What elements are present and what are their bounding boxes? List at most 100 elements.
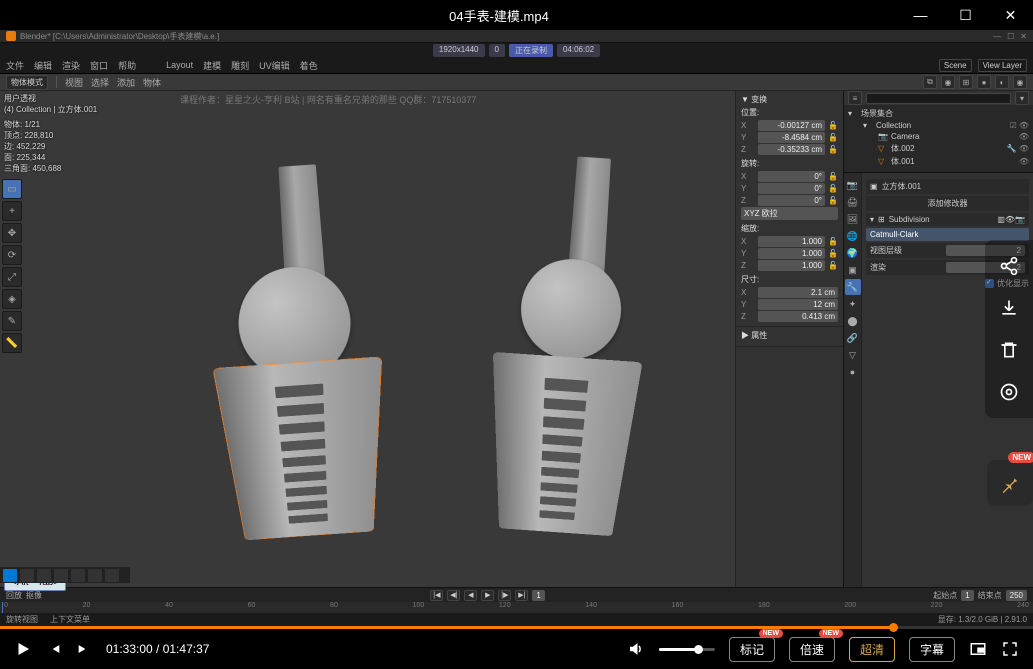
rotate-tool[interactable]: ⟳	[2, 245, 22, 265]
dim-x[interactable]: 2.1 cm	[758, 287, 838, 298]
taskbar-app4[interactable]	[71, 569, 85, 582]
checkbox-icon[interactable]: ☑	[1010, 121, 1017, 130]
loc-y[interactable]: -8.4584 cm	[758, 132, 825, 143]
rot-z[interactable]: 0°	[758, 195, 825, 206]
outliner-mesh2[interactable]: ▽体.001👁	[848, 155, 1029, 168]
blender-minimize[interactable]: —	[993, 32, 1001, 41]
taskbar-app2[interactable]	[37, 569, 51, 582]
scale-x[interactable]: 1.000	[758, 236, 825, 247]
workspace-uv[interactable]: UV编辑	[259, 59, 290, 72]
loc-z[interactable]: -0.35233 cm	[758, 144, 825, 155]
taskbar-app1[interactable]	[20, 569, 34, 582]
eye-icon[interactable]: 👁	[1019, 121, 1029, 130]
shade-solid-icon[interactable]: ●	[977, 75, 991, 89]
cursor-tool[interactable]: +	[2, 201, 22, 221]
progress-thumb[interactable]	[889, 623, 898, 632]
workspace-shading[interactable]: 着色	[300, 59, 318, 72]
pip-icon[interactable]	[969, 640, 987, 658]
prev-button[interactable]	[46, 641, 62, 657]
snap-icon[interactable]: ⧉	[923, 75, 937, 89]
current-frame[interactable]: 1	[532, 590, 544, 601]
mode-dropdown[interactable]: 物体模式	[6, 75, 48, 90]
select-box-tool[interactable]: ▭	[2, 179, 22, 199]
prop-tab-render[interactable]: 📷	[845, 177, 861, 193]
prev-key-icon[interactable]: ◀|	[447, 590, 460, 601]
add-modifier-dropdown[interactable]: 添加修改器	[866, 196, 1029, 211]
volume-icon[interactable]	[627, 640, 645, 658]
speed-button[interactable]: 倍速NEW	[789, 637, 835, 662]
scale-y[interactable]: 1.000	[758, 248, 825, 259]
transform-tool[interactable]: ◈	[2, 289, 22, 309]
prop-tab-physics[interactable]: ⬤	[845, 313, 861, 329]
3d-viewport[interactable]: 课程作者：星星之火-亨利 B站 | 网名有重名兄弟的那些 QQ群：7175103…	[0, 91, 843, 587]
taskbar-app5[interactable]	[88, 569, 102, 582]
transform-header[interactable]: ▼ 变换	[741, 94, 838, 105]
bookmark-button[interactable]: 标记NEW	[729, 637, 775, 662]
playback-menu[interactable]: 回放	[6, 590, 22, 601]
settings-icon[interactable]	[995, 378, 1023, 406]
hdr-add[interactable]: 添加	[117, 76, 135, 89]
volume-slider[interactable]	[659, 648, 715, 651]
jump-start-icon[interactable]: |◀	[430, 590, 443, 601]
shade-matprev-icon[interactable]: ◐	[995, 75, 1009, 89]
scale-z[interactable]: 1.000	[758, 260, 825, 271]
eye-icon[interactable]: 👁	[1019, 157, 1029, 166]
close-button[interactable]: ✕	[988, 0, 1033, 30]
rot-mode[interactable]: XYZ 欧拉	[741, 207, 838, 220]
workspace-sculpt[interactable]: 雕刻	[231, 59, 249, 72]
outliner-scene-collection[interactable]: ▾场景集合	[848, 107, 1029, 120]
move-tool[interactable]: ✥	[2, 223, 22, 243]
hdr-object[interactable]: 物体	[143, 76, 161, 89]
timeline-track[interactable]: 020406080100120140160180200220240	[0, 602, 1033, 613]
loc-x[interactable]: -0.00127 cm	[758, 120, 825, 131]
menu-render[interactable]: 渲染	[62, 59, 80, 72]
download-icon[interactable]	[995, 294, 1023, 322]
mod-vis-icons[interactable]: ▥👁📷	[997, 215, 1025, 224]
rot-x[interactable]: 0°	[758, 171, 825, 182]
prop-tab-modifier[interactable]: 🔧	[845, 279, 861, 295]
subtitle-button[interactable]: 字幕	[909, 637, 955, 662]
scale-tool[interactable]: ⤢	[2, 267, 22, 287]
measure-tool[interactable]: 📏	[2, 333, 22, 353]
hdr-select[interactable]: 选择	[91, 76, 109, 89]
workspace-layout[interactable]: Layout	[166, 60, 193, 70]
prop-tab-constraint[interactable]: 🔗	[845, 330, 861, 346]
shade-wire-icon[interactable]: ⊞	[959, 75, 973, 89]
outliner-mesh1[interactable]: ▽体.002🔧👁	[848, 142, 1029, 155]
pin-button[interactable]: NEW	[987, 460, 1033, 506]
outliner-collection[interactable]: ▾Collection☑👁	[848, 120, 1029, 131]
share-icon[interactable]	[995, 252, 1023, 280]
delete-icon[interactable]	[995, 336, 1023, 364]
menu-file[interactable]: 文件	[6, 59, 24, 72]
start-button[interactable]	[3, 569, 17, 582]
keying-menu[interactable]: 抠像	[26, 590, 42, 601]
filter-icon[interactable]: ▾	[1015, 91, 1029, 105]
blender-close[interactable]: ✕	[1020, 32, 1027, 41]
frame-end[interactable]: 250	[1006, 590, 1027, 601]
play-fwd-icon[interactable]: ▶	[481, 590, 494, 601]
menu-edit[interactable]: 编辑	[34, 59, 52, 72]
dim-z[interactable]: 0.413 cm	[758, 311, 838, 322]
next-key-icon[interactable]: |▶	[498, 590, 511, 601]
dim-y[interactable]: 12 cm	[758, 299, 838, 310]
quality-button[interactable]: 超清	[849, 637, 895, 662]
prop-tab-output[interactable]: 🖨	[845, 194, 861, 210]
props-header[interactable]: ▶ 属性	[741, 330, 838, 341]
outliner-mode-icon[interactable]: ≡	[848, 91, 862, 105]
menu-window[interactable]: 窗口	[90, 59, 108, 72]
workspace-modeling[interactable]: 建模	[203, 59, 221, 72]
outliner-camera[interactable]: 📷Camera👁	[848, 131, 1029, 142]
annotate-tool[interactable]: ✎	[2, 311, 22, 331]
rot-y[interactable]: 0°	[758, 183, 825, 194]
fullscreen-icon[interactable]	[1001, 640, 1019, 658]
taskbar-app6[interactable]	[105, 569, 119, 582]
hdr-view[interactable]: 视图	[65, 76, 83, 89]
viewlayer-field[interactable]: View Layer	[978, 59, 1027, 72]
prop-tab-particles[interactable]: ✦	[845, 296, 861, 312]
menu-help[interactable]: 帮助	[118, 59, 136, 72]
eye-icon[interactable]: 👁	[1019, 132, 1029, 141]
maximize-button[interactable]: ☐	[943, 0, 988, 30]
eye-icon[interactable]: 👁	[1019, 144, 1029, 153]
prop-tab-object[interactable]: ▣	[845, 262, 861, 278]
overlay-icon[interactable]: ◉	[941, 75, 955, 89]
